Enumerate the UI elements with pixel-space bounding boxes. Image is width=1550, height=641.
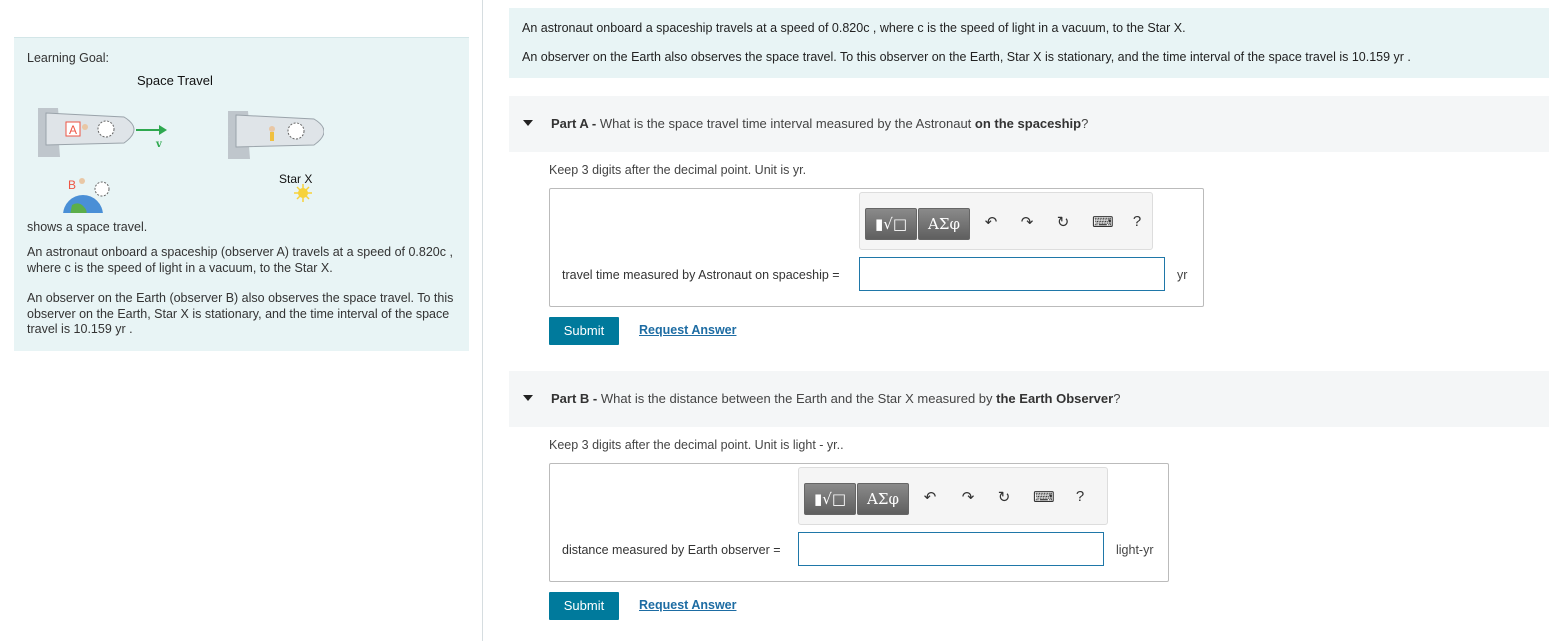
keyboard-icon[interactable]: ⌨ [1092,213,1114,231]
observer-b-icon [79,178,85,184]
part-a-header[interactable]: Part A - What is the space travel time i… [509,96,1549,152]
part-b-hint: Keep 3 digits after the decimal point. U… [549,438,844,452]
intro-line-1: An astronaut onboard a spaceship travels… [522,21,1186,35]
panel-divider [482,0,483,641]
part-a-unit: yr [1177,268,1188,282]
part-b-header[interactable]: Part B - What is the distance between th… [509,371,1549,427]
templates-button[interactable]: ▮√□ [865,208,917,240]
collapse-caret-icon[interactable] [523,120,533,126]
undo-icon[interactable]: ↶ [921,488,939,506]
observer-a-label: A [69,123,77,137]
redo-icon[interactable]: ↷ [959,488,977,506]
redo-icon[interactable]: ↷ [1018,213,1036,231]
part-b-answer-label: distance measured by Earth observer = [562,543,781,557]
part-a-answer-label: travel time measured by Astronaut on spa… [562,268,840,282]
star-x-label: Star X [279,172,312,186]
part-a-submit-button[interactable]: Submit [549,317,619,345]
collapse-caret-icon[interactable] [523,395,533,401]
part-a-question: Part A - What is the space travel time i… [551,116,1088,131]
part-a-question-text: What is the space travel time interval m… [599,116,972,131]
part-b-question-text: What is the distance between the Earth a… [600,391,993,406]
part-b-question-mark: ? [1113,391,1121,406]
part-b-request-answer-link[interactable]: Request Answer [639,598,736,612]
part-b-unit: light-yr [1116,543,1154,557]
help-icon[interactable]: ? [1128,213,1146,230]
problem-paragraph-1: An astronaut onboard a spaceship (observ… [27,245,453,275]
intro-line-2: An observer on the Earth also observes t… [522,50,1411,64]
part-a-answer-input[interactable] [859,257,1165,291]
symbols-button[interactable]: ΑΣφ [918,208,970,240]
learning-goal-panel: Learning Goal: Space Travel A v Star X B… [14,37,469,351]
part-a-request-answer-link[interactable]: Request Answer [639,323,736,337]
part-b-submit-button[interactable]: Submit [549,592,619,620]
undo-icon[interactable]: ↶ [982,213,1000,231]
space-travel-illustration: Space Travel A v Star X B [38,73,325,235]
figure-caption: shows a space travel. [27,220,148,234]
help-icon[interactable]: ? [1071,488,1089,505]
spaceship-a-icon: A [38,108,135,157]
part-b-question-emphasis: the Earth Observer [996,391,1114,406]
part-a-answer-box: ▮√□ ΑΣφ ↶ ↷ ↻ ⌨ ? travel time measured b… [549,188,1204,307]
part-a-question-mark: ? [1081,116,1089,131]
problem-paragraph-2: An observer on the Earth (observer B) al… [27,291,454,336]
reset-icon[interactable]: ↻ [995,488,1013,506]
part-b-label: Part B - [551,391,598,406]
part-a-label: Part A - [551,116,597,131]
part-a-hint: Keep 3 digits after the decimal point. U… [549,163,807,177]
problem-intro: An astronaut onboard a spaceship travels… [509,8,1549,78]
reset-icon[interactable]: ↻ [1054,213,1072,231]
part-b-question: Part B - What is the distance between th… [551,391,1120,406]
part-b-answer-box: ▮√□ ΑΣφ ↶ ↷ ↻ ⌨ ? distance measured by E… [549,463,1169,582]
math-toolbar-a: ▮√□ ΑΣφ ↶ ↷ ↻ ⌨ ? [859,192,1153,250]
spaceship-arrived-icon [228,111,325,159]
earth-icon [63,195,103,235]
symbols-button[interactable]: ΑΣφ [857,483,909,515]
star-x-icon [294,184,312,202]
clock-icon [94,181,110,197]
keyboard-icon[interactable]: ⌨ [1033,488,1055,506]
part-a-question-emphasis: on the spaceship [974,116,1082,131]
learning-goal-heading: Learning Goal: [27,51,110,65]
figure-title: Space Travel [137,73,213,88]
part-b-answer-input[interactable] [798,532,1104,566]
templates-button[interactable]: ▮√□ [804,483,856,515]
math-toolbar-b: ▮√□ ΑΣφ ↶ ↷ ↻ ⌨ ? [798,467,1108,525]
observer-b-label: B [68,178,76,192]
space-travel-figure: Space Travel A v Star X B [24,73,325,235]
velocity-label: v [155,139,163,150]
